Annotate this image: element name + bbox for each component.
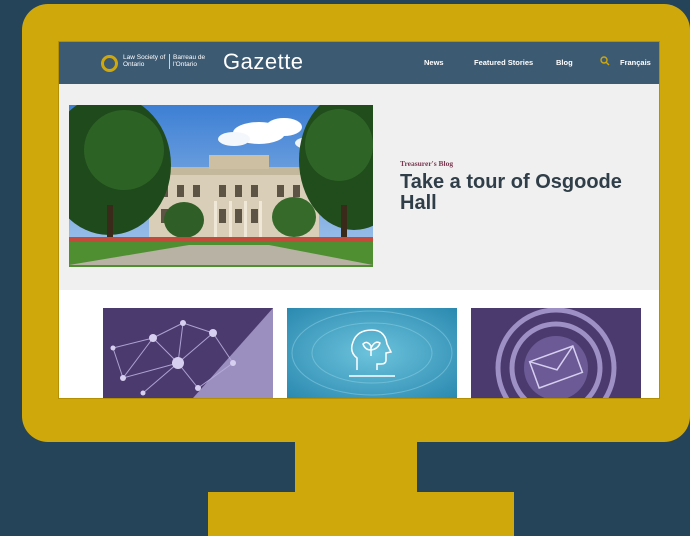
head-leaf-icon — [287, 308, 457, 398]
site-header: Law Society of Ontario Barreau de l'Onta… — [59, 42, 659, 84]
hero-headline[interactable]: Take a tour of Osgoode Hall — [400, 172, 650, 214]
search-icon[interactable] — [600, 56, 610, 66]
logo-text-english[interactable]: Law Society of Ontario — [123, 54, 167, 68]
nav-item-news[interactable]: News — [424, 58, 444, 67]
nav-item-featured-stories[interactable]: Featured Stories — [474, 58, 533, 67]
network-graph-icon — [103, 308, 273, 398]
hero-category[interactable]: Treasurer's Blog — [400, 159, 453, 168]
article-card-1[interactable] — [103, 308, 273, 398]
browser-screen: Law Society of Ontario Barreau de l'Onta… — [59, 42, 659, 398]
hero-carousel: Treasurer's Blog Take a tour of Osgoode … — [59, 84, 659, 322]
logo-text-french[interactable]: Barreau de l'Ontario — [173, 54, 217, 68]
envelope-icon — [471, 308, 641, 398]
monitor-stand-neck — [295, 442, 417, 494]
monitor-stand-base — [208, 492, 514, 536]
nav-item-blog[interactable]: Blog — [556, 58, 573, 67]
site-title[interactable]: Gazette — [223, 49, 304, 75]
law-society-logo-icon[interactable] — [101, 55, 118, 72]
logo-divider — [169, 54, 170, 69]
article-card-3[interactable] — [471, 308, 641, 398]
article-card-2[interactable] — [287, 308, 457, 398]
osgoode-hall-photo[interactable] — [69, 105, 373, 267]
language-toggle[interactable]: Français — [620, 58, 651, 67]
